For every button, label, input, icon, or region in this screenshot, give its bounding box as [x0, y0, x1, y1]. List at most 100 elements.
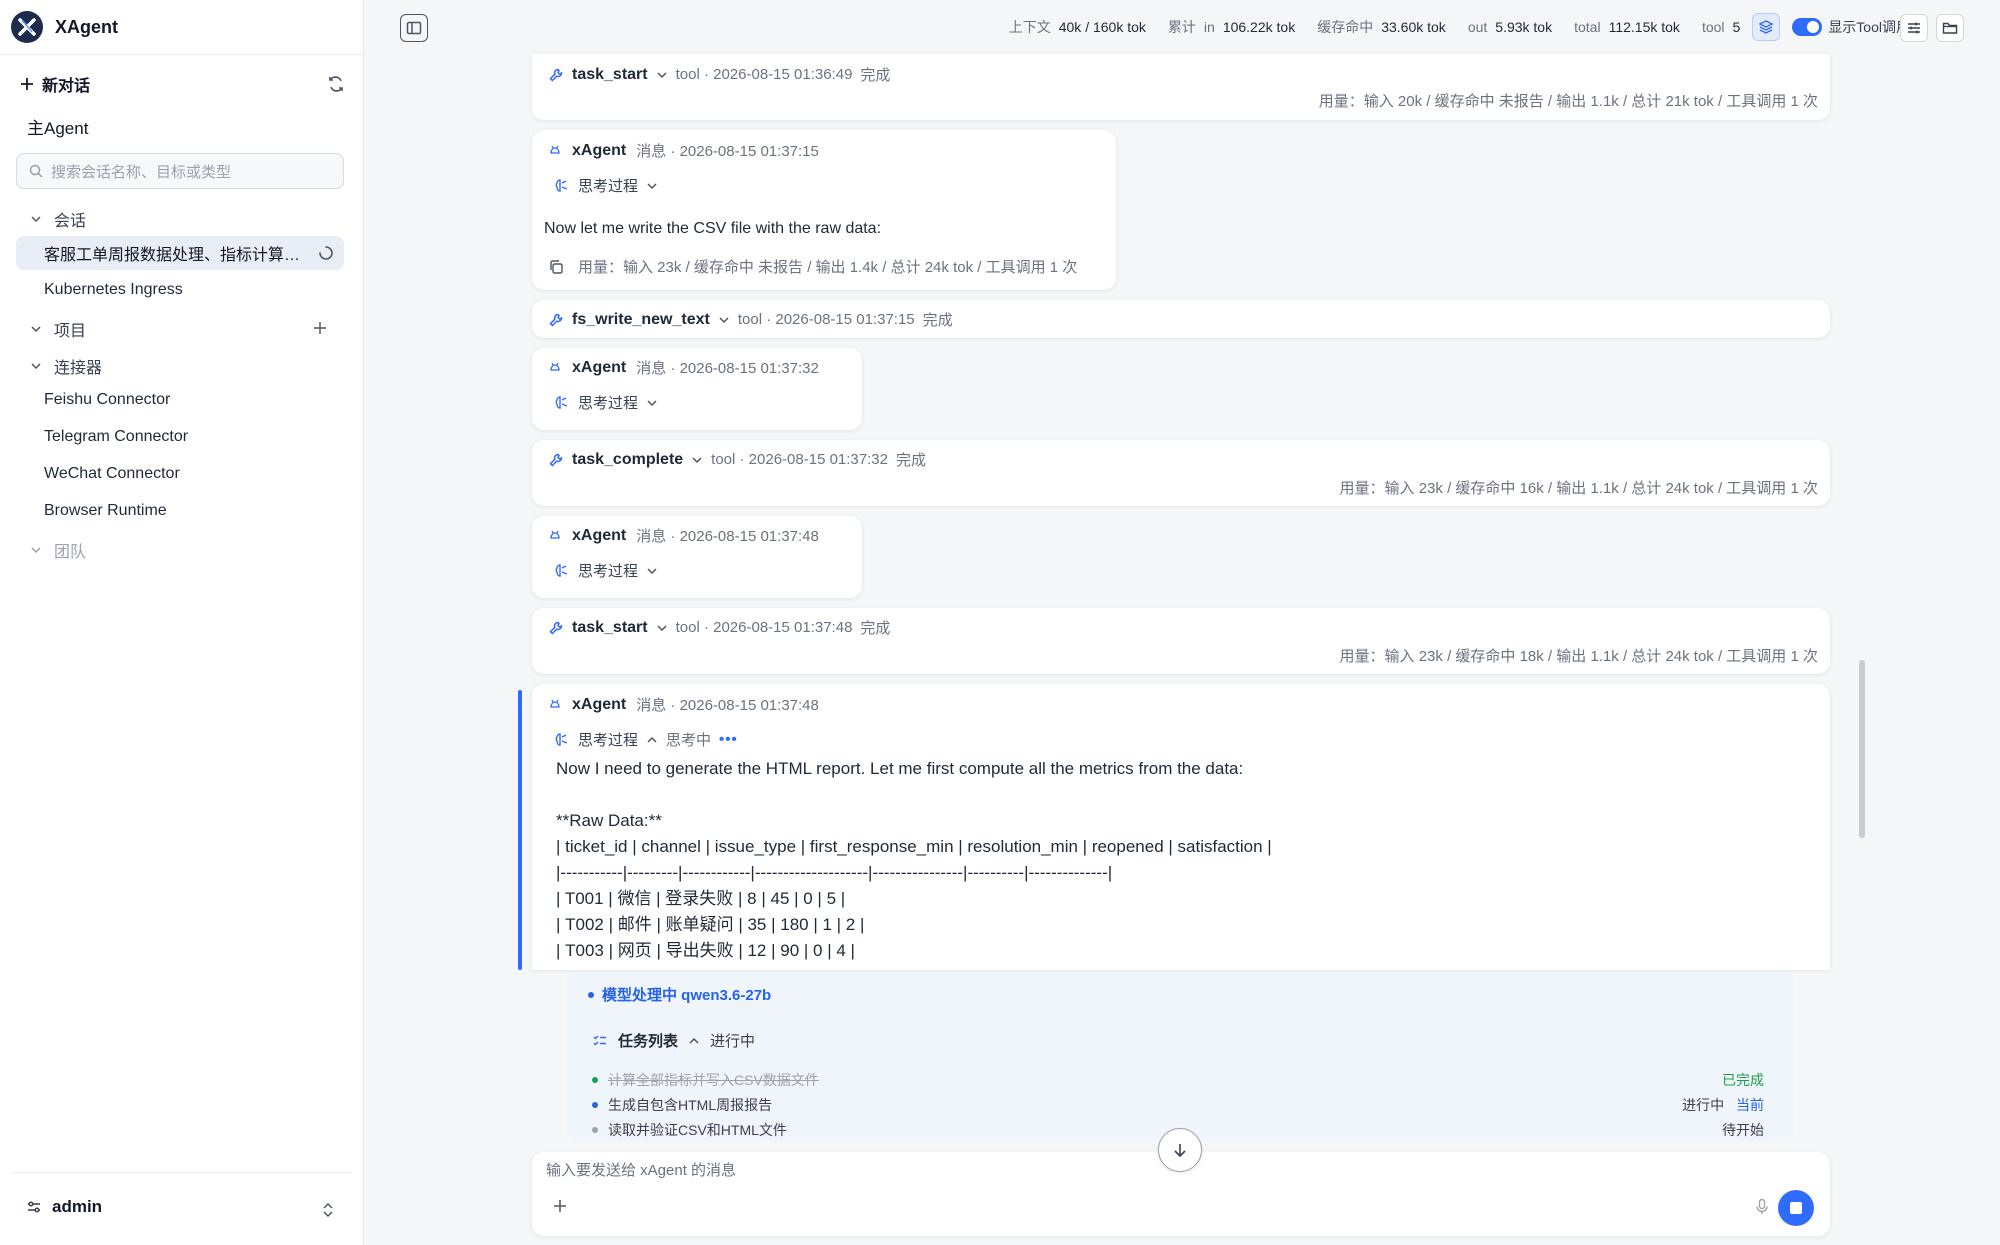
thinking-status: 思考中 — [666, 732, 712, 749]
section-connectors[interactable]: 连接器 — [30, 354, 102, 378]
topbar: 上下文 40k / 160k tok 累计 in 106.22k tok 缓存命… — [364, 0, 2000, 54]
connector-item-wechat[interactable]: WeChat Connector — [44, 465, 180, 483]
message-author: xAgent — [572, 358, 627, 376]
usage-text: 用量：输入 23k / 缓存命中 18k / 输出 1.1k / 总计 24k … — [1339, 648, 1818, 665]
add-project-icon[interactable] — [312, 320, 328, 336]
connector-item-telegram[interactable]: Telegram Connector — [44, 428, 188, 446]
chevron-down-icon — [31, 363, 41, 370]
tool-status: 完成 — [860, 67, 891, 84]
stop-button[interactable] — [1778, 1190, 1814, 1226]
chevron-down-icon — [647, 399, 657, 406]
sidebar-divider — [0, 54, 363, 55]
tool-call-header[interactable]: task_start tool · 2026-08-15 01:37:48 完成 — [548, 617, 890, 638]
wrench-icon — [549, 453, 563, 467]
attach-plus-icon[interactable] — [552, 1198, 568, 1214]
connector-item-browser[interactable]: Browser Runtime — [44, 502, 167, 520]
message-meta: 消息 · 2026-08-15 01:37:15 — [636, 143, 819, 160]
section-sessions-label: 会话 — [54, 213, 87, 230]
section-team-label: 团队 — [54, 544, 87, 561]
chevron-down-icon — [657, 624, 667, 631]
chevron-down-icon — [31, 547, 41, 554]
user-menu[interactable]: admin — [26, 1197, 102, 1217]
plus-icon — [21, 78, 33, 90]
chevron-updown-icon[interactable] — [320, 1200, 336, 1220]
refresh-icon[interactable] — [326, 74, 346, 94]
tool-name: fs_write_new_text — [572, 310, 710, 328]
task-status: 进行中 当前 — [1682, 1095, 1764, 1115]
agent-message-card: xAgent 消息 · 2026-08-15 01:37:48 思考过程 — [532, 516, 862, 598]
thinking-label: 思考过程 — [578, 563, 639, 580]
usage-text: 用量：输入 20k / 缓存命中 未报告 / 输出 1.1k / 总计 21k … — [1318, 93, 1818, 110]
usage-text: 用量：输入 23k / 缓存命中 16k / 输出 1.1k / 总计 24k … — [1339, 480, 1818, 497]
agent-avatar-icon — [550, 699, 560, 708]
total-label: total — [1574, 19, 1601, 35]
new-chat-button[interactable]: 新对话 — [20, 72, 90, 96]
tool-call-card: task_start tool · 2026-08-15 01:37:48 完成… — [532, 608, 1830, 674]
tool-name: task_complete — [572, 450, 684, 468]
thinking-toggle[interactable]: 思考过程 思考中 ••• — [554, 729, 738, 750]
sidebar: XAgent 新对话 主Agent 搜索会话名称、目标或类型 会话 客服工单周报… — [0, 0, 364, 1245]
sidebar-toggle-icon[interactable] — [400, 14, 428, 42]
agent-message-card: xAgent 消息 · 2026-08-15 01:37:32 思考过程 — [532, 348, 862, 430]
model-status-label: 模型处理中 qwen3.6-27b — [602, 987, 772, 1004]
main-agent-item[interactable]: 主Agent — [27, 114, 88, 139]
message-author: xAgent — [572, 695, 627, 713]
tool-call-header[interactable]: fs_write_new_text tool · 2026-08-15 01:3… — [548, 309, 953, 330]
scrollbar-thumb[interactable] — [1859, 660, 1865, 838]
connector-item-feishu[interactable]: Feishu Connector — [44, 391, 170, 409]
tool-call-card: fs_write_new_text tool · 2026-08-15 01:3… — [532, 300, 1830, 338]
section-team[interactable]: 团队 — [30, 538, 86, 562]
thinking-toggle[interactable]: 思考过程 — [554, 392, 658, 413]
chevron-down-icon — [657, 71, 667, 78]
chevron-down-icon — [31, 326, 41, 333]
copy-icon[interactable] — [548, 259, 564, 275]
tool-name: task_start — [572, 65, 648, 83]
thinking-toggle[interactable]: 思考过程 — [554, 560, 658, 581]
microphone-icon[interactable] — [1754, 1198, 1770, 1216]
message-header: xAgent 消息 · 2026-08-15 01:37:15 — [548, 140, 819, 161]
folder-button[interactable] — [1936, 14, 1964, 42]
message-header: xAgent 消息 · 2026-08-15 01:37:48 — [548, 525, 819, 546]
thinking-toggle[interactable]: 思考过程 — [554, 175, 658, 196]
layers-icon[interactable] — [1752, 13, 1781, 41]
brand[interactable]: XAgent — [11, 11, 118, 43]
task-item: 读取并验证CSV和HTML文件 — [592, 1120, 787, 1140]
task-text: 读取并验证CSV和HTML文件 — [608, 1122, 787, 1138]
wrench-icon — [549, 313, 563, 327]
show-tool-label: 显示Tool调用 — [1828, 19, 1910, 35]
wrench-icon — [549, 621, 563, 635]
message-meta: 消息 · 2026-08-15 01:37:48 — [636, 528, 819, 545]
show-tool-toggle[interactable] — [1792, 18, 1823, 36]
chevron-down-icon — [692, 456, 702, 463]
task-item: 生成自包含HTML周报报告 — [592, 1095, 772, 1115]
section-projects[interactable]: 项目 — [30, 317, 86, 341]
tool-meta: tool · 2026-08-15 01:36:49 — [675, 66, 853, 83]
brain-icon — [555, 178, 568, 192]
chevron-down-icon — [647, 182, 657, 189]
chevron-up-icon — [689, 1037, 699, 1044]
session-item[interactable]: Kubernetes Ingress — [44, 281, 183, 299]
thinking-label: 思考过程 — [578, 395, 639, 412]
typing-dots-icon: ••• — [719, 731, 738, 748]
task-list-header[interactable]: 任务列表 进行中 — [592, 1030, 755, 1051]
session-item-active[interactable]: 客服工单周报数据处理、指标计算和HTML报告生成 — [16, 236, 344, 270]
tool-call-header[interactable]: task_complete tool · 2026-08-15 01:37:32… — [548, 449, 926, 470]
tool-call-header[interactable]: task_start tool · 2026-08-15 01:36:49 完成 — [548, 64, 890, 85]
message-header: xAgent 消息 · 2026-08-15 01:37:48 — [548, 694, 819, 715]
scroll-to-bottom-button[interactable] — [1158, 1128, 1202, 1172]
xagent-logo-icon — [11, 11, 43, 43]
section-projects-label: 项目 — [54, 323, 87, 340]
status-dot-icon — [592, 1077, 598, 1083]
brain-icon — [555, 395, 568, 409]
message-input[interactable] — [546, 1162, 1446, 1179]
settings-sliders-button[interactable] — [1900, 14, 1928, 42]
thinking-label: 思考过程 — [578, 178, 639, 195]
cache-value: 33.60k tok — [1381, 19, 1446, 35]
total-value: 112.15k tok — [1608, 19, 1680, 35]
active-message-indicator — [518, 690, 522, 970]
session-search[interactable]: 搜索会话名称、目标或类型 — [16, 153, 344, 189]
chevron-down-icon — [719, 316, 729, 323]
new-chat-label: 新对话 — [42, 78, 91, 95]
section-sessions[interactable]: 会话 — [30, 207, 86, 231]
token-stats: 上下文 40k / 160k tok 累计 in 106.22k tok 缓存命… — [1009, 0, 1910, 54]
